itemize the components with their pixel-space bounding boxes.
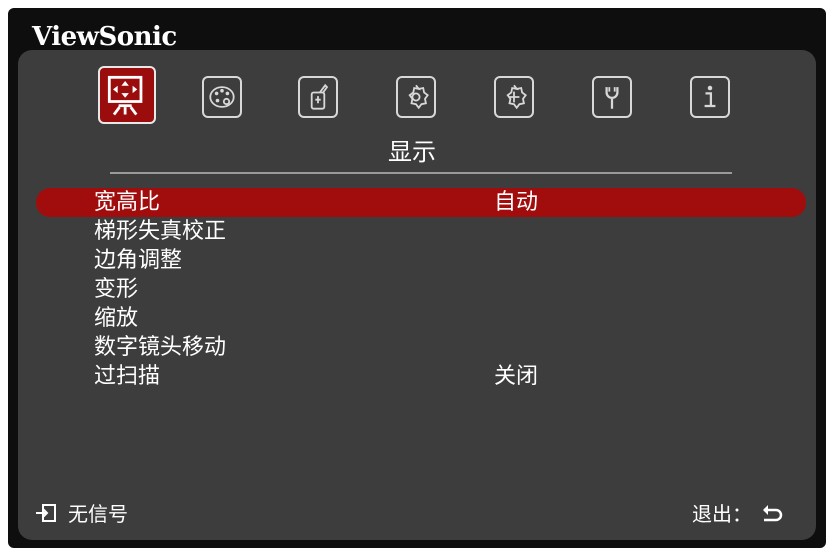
divider [110,172,732,174]
menu-item-overscan[interactable]: 过扫描 关闭 [36,362,806,391]
menu-item-zoom[interactable]: 缩放 [36,304,806,333]
menu-item-label: 梯形失真校正 [94,219,227,244]
no-signal-text: 无信号 [68,502,128,526]
exit-label: 退出： [692,502,752,526]
advanced-settings-icon[interactable] [494,76,534,118]
picture-palette-icon[interactable] [202,76,242,118]
exit-hint[interactable]: 退出： [692,498,784,527]
source-status: 无信号 [34,498,128,527]
menu-item-keystone[interactable]: 梯形失真校正 [36,217,806,246]
menu-tab-bar [98,66,738,130]
menu-item-label: 边角调整 [94,248,183,273]
menu-item-aspect-ratio[interactable]: 宽高比 自动 [36,188,806,217]
information-icon[interactable] [690,76,730,118]
menu-item-label: 数字镜头移动 [94,335,227,360]
display-icon[interactable] [98,66,156,124]
menu-list: 宽高比 自动 梯形失真校正 边角调整 变形 缩放 数字镜头移动 过扫描 关闭 [36,188,806,391]
system-wrench-icon[interactable] [592,76,632,118]
return-arrow-icon [760,502,784,524]
section-title: 显示 [388,138,436,166]
menu-item-label: 过扫描 [94,364,161,389]
menu-item-value: 关闭 [494,364,539,389]
menu-item-label: 缩放 [94,306,139,331]
menu-item-label: 宽高比 [94,190,161,215]
brand-logo: ViewSonic [32,22,177,52]
menu-item-digital-lens-shift[interactable]: 数字镜头移动 [36,333,806,362]
menu-item-value: 自动 [494,190,539,215]
menu-item-corner-adjust[interactable]: 边角调整 [36,246,806,275]
basic-settings-icon[interactable] [396,76,436,118]
menu-item-warp[interactable]: 变形 [36,275,806,304]
power-management-icon[interactable] [298,76,338,118]
menu-item-label: 变形 [94,277,139,302]
input-source-icon [34,502,58,524]
